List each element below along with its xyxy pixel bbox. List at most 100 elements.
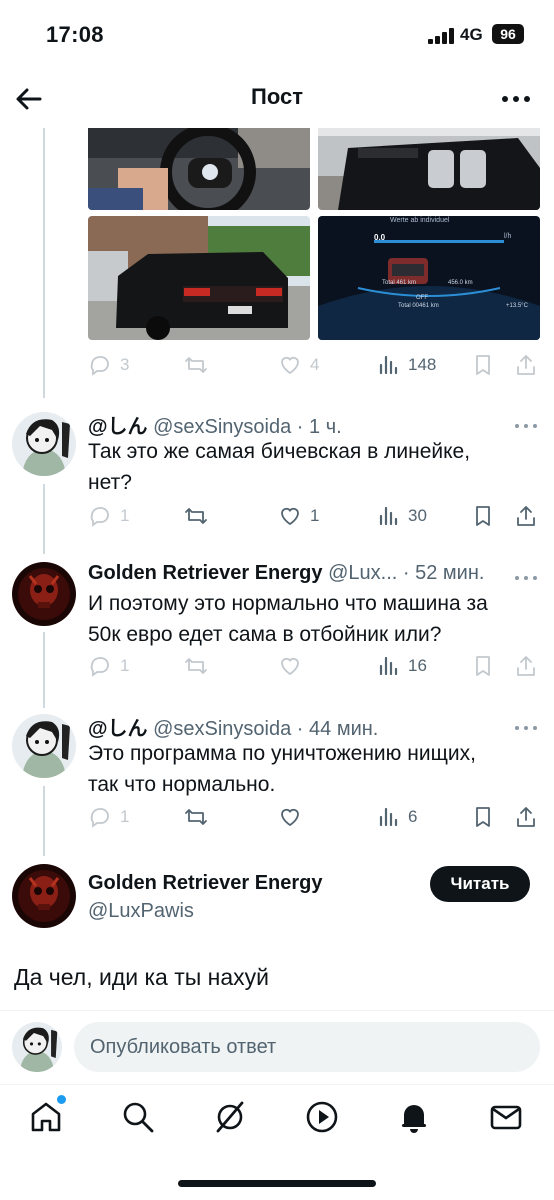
avatar[interactable] <box>12 714 76 778</box>
views-button[interactable]: 16 <box>376 651 427 681</box>
bookmark-button[interactable] <box>471 651 495 681</box>
more-dots-icon <box>515 726 537 730</box>
author-name[interactable]: @しん <box>88 718 148 740</box>
media-photo-car-front[interactable] <box>318 128 540 210</box>
tab-grok[interactable] <box>212 1099 248 1135</box>
share-button[interactable] <box>514 802 538 832</box>
reply-actions: 1 1 30 <box>88 501 540 531</box>
tweet-text: Так это же самая бичевская в линейке, не… <box>88 436 528 498</box>
tab-home[interactable] <box>28 1095 66 1135</box>
like-button[interactable]: 4 <box>278 350 319 380</box>
dashboard-odometer: Total 00461 km <box>398 303 439 309</box>
tweet-more-button[interactable] <box>514 720 538 730</box>
author-name[interactable]: Golden Retriever Energy <box>88 562 323 584</box>
status-bar: 17:08 4G 96 <box>0 0 554 70</box>
anime-avatar-icon <box>12 412 76 476</box>
bookmark-button[interactable] <box>471 501 495 531</box>
timestamp[interactable]: · 52 мин. <box>403 562 485 584</box>
dashboard-range: 456.0 km <box>448 280 473 286</box>
media-photo-car-rear[interactable] <box>88 216 310 340</box>
reply-icon <box>90 808 109 828</box>
reply-button[interactable]: 3 <box>88 350 129 380</box>
dashboard-temp: +13.5°C <box>506 303 528 309</box>
media-photo-steering-wheel[interactable] <box>88 128 310 210</box>
tab-search[interactable] <box>120 1099 156 1135</box>
bookmark-button[interactable] <box>471 350 495 380</box>
timestamp[interactable]: · 44 мин. <box>297 718 379 740</box>
thread-line <box>43 632 45 708</box>
notification-dot <box>57 1095 66 1104</box>
main-tweet-text: Да чел, иди ка ты нахуй <box>14 964 270 990</box>
retweet-icon <box>185 357 207 373</box>
reply-button[interactable]: 1 <box>88 802 129 832</box>
anime-avatar-icon <box>12 714 76 778</box>
author-name[interactable]: @しん <box>88 416 148 438</box>
reply-icon <box>90 507 109 527</box>
avatar[interactable] <box>12 864 76 928</box>
like-button[interactable] <box>278 651 310 681</box>
share-button[interactable] <box>514 501 538 531</box>
like-count: 4 <box>310 355 320 374</box>
avatar[interactable] <box>12 412 76 476</box>
tweet-text-line: так что нормально. <box>88 773 276 796</box>
bookmark-button[interactable] <box>471 802 495 832</box>
tab-messages[interactable] <box>488 1099 524 1135</box>
reply-icon <box>90 356 109 376</box>
bookmark-icon <box>476 355 490 375</box>
tweet-more-button[interactable] <box>514 418 538 428</box>
author-handle[interactable]: @sexSinysoida <box>153 718 291 740</box>
retweet-icon <box>185 658 207 674</box>
like-button[interactable] <box>278 802 310 832</box>
reply-button[interactable]: 1 <box>88 501 129 531</box>
tab-video[interactable] <box>304 1099 340 1135</box>
reply-count: 1 <box>120 807 130 826</box>
red-skull-avatar-icon <box>12 864 76 928</box>
thread-line <box>43 484 45 554</box>
reply-input[interactable] <box>74 1022 540 1072</box>
reply-button[interactable]: 1 <box>88 651 129 681</box>
author-handle[interactable]: @Lux... <box>328 562 397 584</box>
views-button[interactable]: 30 <box>376 501 427 531</box>
follow-button[interactable]: Читать <box>430 866 530 902</box>
retweet-button[interactable] <box>184 651 216 681</box>
like-button[interactable]: 1 <box>278 501 319 531</box>
bottom-nav <box>0 1084 554 1154</box>
reply-icon <box>90 657 109 677</box>
reply-count: 3 <box>120 355 130 374</box>
mail-icon <box>490 1105 522 1130</box>
media-photo-dashboard[interactable]: Werte ab individuel 0.0 l/h Total 461 km… <box>318 216 540 340</box>
top-nav: Пост <box>0 70 554 128</box>
reply-avatar <box>12 1022 62 1072</box>
author-handle[interactable]: @sexSinysoida <box>153 416 291 438</box>
like-count: 1 <box>310 506 320 525</box>
tweet-text-line: Так это же самая бичевская в линейке, <box>88 440 471 463</box>
timestamp[interactable]: · 1 ч. <box>297 416 342 438</box>
divider <box>0 1010 554 1011</box>
share-button[interactable] <box>514 651 538 681</box>
play-icon <box>306 1101 338 1133</box>
views-button[interactable]: 6 <box>376 802 417 832</box>
thread-line <box>43 128 45 398</box>
bookmark-icon <box>476 656 490 676</box>
retweet-button[interactable] <box>184 802 216 832</box>
retweet-icon <box>185 809 207 825</box>
more-button[interactable] <box>500 86 532 112</box>
main-author-handle[interactable]: @LuxPawis <box>88 900 194 923</box>
reply-header: Golden Retriever Energy @Lux... · 52 мин… <box>88 562 484 585</box>
views-count: 16 <box>408 656 427 675</box>
views-count: 6 <box>408 807 418 826</box>
retweet-button[interactable] <box>184 501 216 531</box>
tweet-more-button[interactable] <box>514 570 538 580</box>
anime-avatar-icon <box>12 1022 62 1072</box>
dashboard-speed: 0.0 <box>374 233 386 242</box>
main-author-name[interactable]: Golden Retriever Energy <box>88 872 323 895</box>
tab-notifications[interactable] <box>396 1099 432 1135</box>
status-time: 17:08 <box>46 22 104 47</box>
retweet-button[interactable] <box>184 350 216 380</box>
grok-icon <box>216 1101 244 1133</box>
avatar[interactable] <box>12 562 76 626</box>
share-icon <box>517 807 535 827</box>
views-count: 148 <box>408 355 437 374</box>
share-button[interactable] <box>514 350 538 380</box>
views-button[interactable]: 148 <box>376 350 436 380</box>
